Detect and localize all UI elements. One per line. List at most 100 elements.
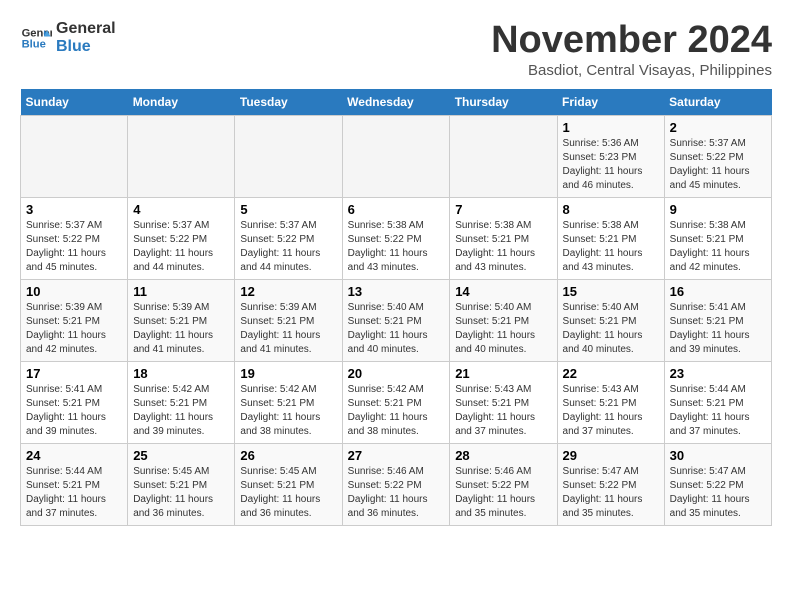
day-number: 11 <box>133 284 229 299</box>
calendar-cell: 30 Sunrise: 5:47 AM Sunset: 5:22 PM Dayli… <box>664 443 771 525</box>
calendar-cell: 9Sunrise: 5:38 AM Sunset: 5:21 PM Daylig… <box>664 197 771 279</box>
calendar-cell: 28 Sunrise: 5:46 AM Sunset: 5:22 PM Dayli… <box>450 443 557 525</box>
day-number: 8 <box>563 202 659 217</box>
day-number: 17 <box>26 366 122 381</box>
weekday-header-saturday: Saturday <box>664 89 771 116</box>
calendar-cell: 15 Sunrise: 5:40 AM Sunset: 5:21 PM Dayli… <box>557 279 664 361</box>
logo-blue: Blue <box>56 38 116 56</box>
calendar-cell: 8 Sunrise: 5:38 AM Sunset: 5:21 PM Daylig… <box>557 197 664 279</box>
calendar-cell: 2 Sunrise: 5:37 AM Sunset: 5:22 PM Daylig… <box>664 115 771 197</box>
day-number: 4 <box>133 202 229 217</box>
weekday-header-sunday: Sunday <box>21 89 128 116</box>
day-number: 22 <box>563 366 659 381</box>
day-info: Sunrise: 5:41 AM Sunset: 5:21 PM Dayligh… <box>670 301 766 357</box>
day-number: 21 <box>455 366 551 381</box>
day-info: Sunrise: 5:39 AM Sunset: 5:21 PM Dayligh… <box>133 301 229 357</box>
day-info: Sunrise: 5:46 AM Sunset: 5:22 PM Dayligh… <box>455 465 551 521</box>
calendar-cell: 5 Sunrise: 5:37 AM Sunset: 5:22 PM Daylig… <box>235 197 342 279</box>
day-info: Sunrise: 5:47 AM Sunset: 5:22 PM Dayligh… <box>563 465 659 521</box>
weekday-header-row: SundayMondayTuesdayWednesdayThursdayFrid… <box>21 89 772 116</box>
calendar-cell: 7Sunrise: 5:38 AM Sunset: 5:21 PM Daylig… <box>450 197 557 279</box>
calendar-cell <box>128 115 235 197</box>
day-info: Sunrise: 5:44 AM Sunset: 5:21 PM Dayligh… <box>670 383 766 439</box>
calendar-cell <box>450 115 557 197</box>
day-info: Sunrise: 5:40 AM Sunset: 5:21 PM Dayligh… <box>563 301 659 357</box>
day-info: Sunrise: 5:41 AM Sunset: 5:21 PM Dayligh… <box>26 383 122 439</box>
svg-text:Blue: Blue <box>22 39 46 51</box>
day-info: Sunrise: 5:43 AM Sunset: 5:21 PM Dayligh… <box>563 383 659 439</box>
day-number: 27 <box>348 448 445 463</box>
day-info: Sunrise: 5:45 AM Sunset: 5:21 PM Dayligh… <box>133 465 229 521</box>
logo-general: General <box>56 20 116 38</box>
calendar-cell: 29Sunrise: 5:47 AM Sunset: 5:22 PM Dayli… <box>557 443 664 525</box>
day-number: 7 <box>455 202 551 217</box>
day-number: 5 <box>240 202 336 217</box>
weekday-header-thursday: Thursday <box>450 89 557 116</box>
day-info: Sunrise: 5:42 AM Sunset: 5:21 PM Dayligh… <box>133 383 229 439</box>
day-number: 28 <box>455 448 551 463</box>
day-number: 12 <box>240 284 336 299</box>
calendar-cell: 11 Sunrise: 5:39 AM Sunset: 5:21 PM Dayli… <box>128 279 235 361</box>
day-info: Sunrise: 5:36 AM Sunset: 5:23 PM Dayligh… <box>563 137 659 193</box>
calendar-cell: 26 Sunrise: 5:45 AM Sunset: 5:21 PM Dayli… <box>235 443 342 525</box>
calendar-cell: 4Sunrise: 5:37 AM Sunset: 5:22 PM Daylig… <box>128 197 235 279</box>
day-number: 30 <box>670 448 766 463</box>
weekday-header-wednesday: Wednesday <box>342 89 450 116</box>
day-info: Sunrise: 5:37 AM Sunset: 5:22 PM Dayligh… <box>26 219 122 275</box>
week-row-4: 17 Sunrise: 5:41 AM Sunset: 5:21 PM Dayli… <box>21 361 772 443</box>
calendar-cell <box>342 115 450 197</box>
day-info: Sunrise: 5:47 AM Sunset: 5:22 PM Dayligh… <box>670 465 766 521</box>
day-number: 10 <box>26 284 122 299</box>
subtitle: Basdiot, Central Visayas, Philippines <box>491 62 772 79</box>
day-info: Sunrise: 5:38 AM Sunset: 5:21 PM Dayligh… <box>563 219 659 275</box>
calendar-table: SundayMondayTuesdayWednesdayThursdayFrid… <box>20 89 772 526</box>
day-number: 26 <box>240 448 336 463</box>
week-row-3: 10 Sunrise: 5:39 AM Sunset: 5:21 PM Dayli… <box>21 279 772 361</box>
logo-icon: General Blue <box>20 22 52 54</box>
calendar-cell: 24Sunrise: 5:44 AM Sunset: 5:21 PM Dayli… <box>21 443 128 525</box>
day-info: Sunrise: 5:40 AM Sunset: 5:21 PM Dayligh… <box>455 301 551 357</box>
calendar-cell: 13 Sunrise: 5:40 AM Sunset: 5:21 PM Dayli… <box>342 279 450 361</box>
logo: General Blue General Blue <box>20 20 116 56</box>
day-info: Sunrise: 5:43 AM Sunset: 5:21 PM Dayligh… <box>455 383 551 439</box>
calendar-cell: 18 Sunrise: 5:42 AM Sunset: 5:21 PM Dayli… <box>128 361 235 443</box>
day-info: Sunrise: 5:39 AM Sunset: 5:21 PM Dayligh… <box>240 301 336 357</box>
week-row-1: 1Sunrise: 5:36 AM Sunset: 5:23 PM Daylig… <box>21 115 772 197</box>
week-row-2: 3 Sunrise: 5:37 AM Sunset: 5:22 PM Daylig… <box>21 197 772 279</box>
day-info: Sunrise: 5:37 AM Sunset: 5:22 PM Dayligh… <box>240 219 336 275</box>
calendar-cell: 17 Sunrise: 5:41 AM Sunset: 5:21 PM Dayli… <box>21 361 128 443</box>
calendar-cell: 16Sunrise: 5:41 AM Sunset: 5:21 PM Dayli… <box>664 279 771 361</box>
day-number: 23 <box>670 366 766 381</box>
day-number: 13 <box>348 284 445 299</box>
title-area: November 2024 Basdiot, Central Visayas, … <box>491 20 772 79</box>
day-info: Sunrise: 5:46 AM Sunset: 5:22 PM Dayligh… <box>348 465 445 521</box>
day-info: Sunrise: 5:44 AM Sunset: 5:21 PM Dayligh… <box>26 465 122 521</box>
calendar-cell: 1Sunrise: 5:36 AM Sunset: 5:23 PM Daylig… <box>557 115 664 197</box>
day-info: Sunrise: 5:39 AM Sunset: 5:21 PM Dayligh… <box>26 301 122 357</box>
day-info: Sunrise: 5:38 AM Sunset: 5:21 PM Dayligh… <box>670 219 766 275</box>
day-info: Sunrise: 5:45 AM Sunset: 5:21 PM Dayligh… <box>240 465 336 521</box>
day-number: 20 <box>348 366 445 381</box>
calendar-cell: 25 Sunrise: 5:45 AM Sunset: 5:21 PM Dayli… <box>128 443 235 525</box>
day-number: 3 <box>26 202 122 217</box>
weekday-header-monday: Monday <box>128 89 235 116</box>
day-info: Sunrise: 5:40 AM Sunset: 5:21 PM Dayligh… <box>348 301 445 357</box>
weekday-header-tuesday: Tuesday <box>235 89 342 116</box>
day-number: 15 <box>563 284 659 299</box>
calendar-cell: 10 Sunrise: 5:39 AM Sunset: 5:21 PM Dayli… <box>21 279 128 361</box>
calendar-cell: 23 Sunrise: 5:44 AM Sunset: 5:21 PM Dayli… <box>664 361 771 443</box>
day-number: 25 <box>133 448 229 463</box>
day-number: 19 <box>240 366 336 381</box>
calendar-cell: 27 Sunrise: 5:46 AM Sunset: 5:22 PM Dayli… <box>342 443 450 525</box>
day-info: Sunrise: 5:37 AM Sunset: 5:22 PM Dayligh… <box>670 137 766 193</box>
day-number: 14 <box>455 284 551 299</box>
weekday-header-friday: Friday <box>557 89 664 116</box>
day-number: 2 <box>670 120 766 135</box>
day-info: Sunrise: 5:38 AM Sunset: 5:22 PM Dayligh… <box>348 219 445 275</box>
header: General Blue General Blue November 2024 … <box>20 20 772 79</box>
day-number: 18 <box>133 366 229 381</box>
day-number: 6 <box>348 202 445 217</box>
day-info: Sunrise: 5:42 AM Sunset: 5:21 PM Dayligh… <box>348 383 445 439</box>
calendar-cell <box>235 115 342 197</box>
calendar-cell: 12 Sunrise: 5:39 AM Sunset: 5:21 PM Dayli… <box>235 279 342 361</box>
